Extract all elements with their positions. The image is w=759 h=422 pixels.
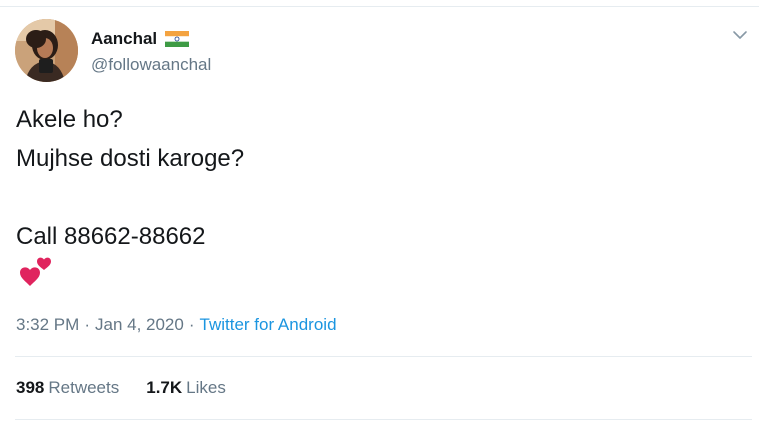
tweet-card: Aanchal @followaanchal Akele ho? Mujhse … — [0, 0, 759, 422]
avatar[interactable] — [15, 19, 78, 82]
tweet-text-line-3: Call 88662-88662 — [16, 223, 206, 250]
profile-photo — [15, 19, 78, 82]
tweet-stats: 398 Retweets 1.7K Likes — [16, 378, 226, 398]
retweets-stat[interactable]: 398 Retweets — [16, 378, 119, 398]
meta-separator: · — [188, 315, 195, 334]
retweets-count: 398 — [16, 378, 45, 397]
tweet-time[interactable]: 3:32 PM — [16, 315, 79, 334]
retweets-label: Retweets — [48, 378, 120, 397]
likes-label: Likes — [186, 378, 226, 397]
tweet-text-line-1: Akele ho? — [16, 106, 123, 133]
bottom-divider — [15, 419, 752, 420]
two-hearts-icon — [16, 256, 56, 290]
tweet-text-line-2: Mujhse dosti karoge? — [16, 145, 245, 172]
stats-divider — [15, 356, 752, 357]
top-divider — [0, 6, 759, 7]
tweet-source-link[interactable]: Twitter for Android — [200, 315, 337, 334]
tweet-date[interactable]: Jan 4, 2020 — [95, 315, 184, 334]
meta-separator: · — [84, 315, 90, 334]
tweet-meta: 3:32 PM · Jan 4, 2020 · Twitter for Android — [16, 315, 337, 335]
india-flag-icon — [165, 31, 190, 47]
likes-stat[interactable]: 1.7K Likes — [146, 378, 226, 398]
author-handle[interactable]: @followaanchal — [91, 55, 211, 75]
likes-count: 1.7K — [146, 378, 183, 397]
author-display-name[interactable]: Aanchal — [91, 29, 157, 49]
chevron-down-icon[interactable] — [731, 28, 749, 42]
author-name-row: Aanchal — [91, 29, 190, 49]
